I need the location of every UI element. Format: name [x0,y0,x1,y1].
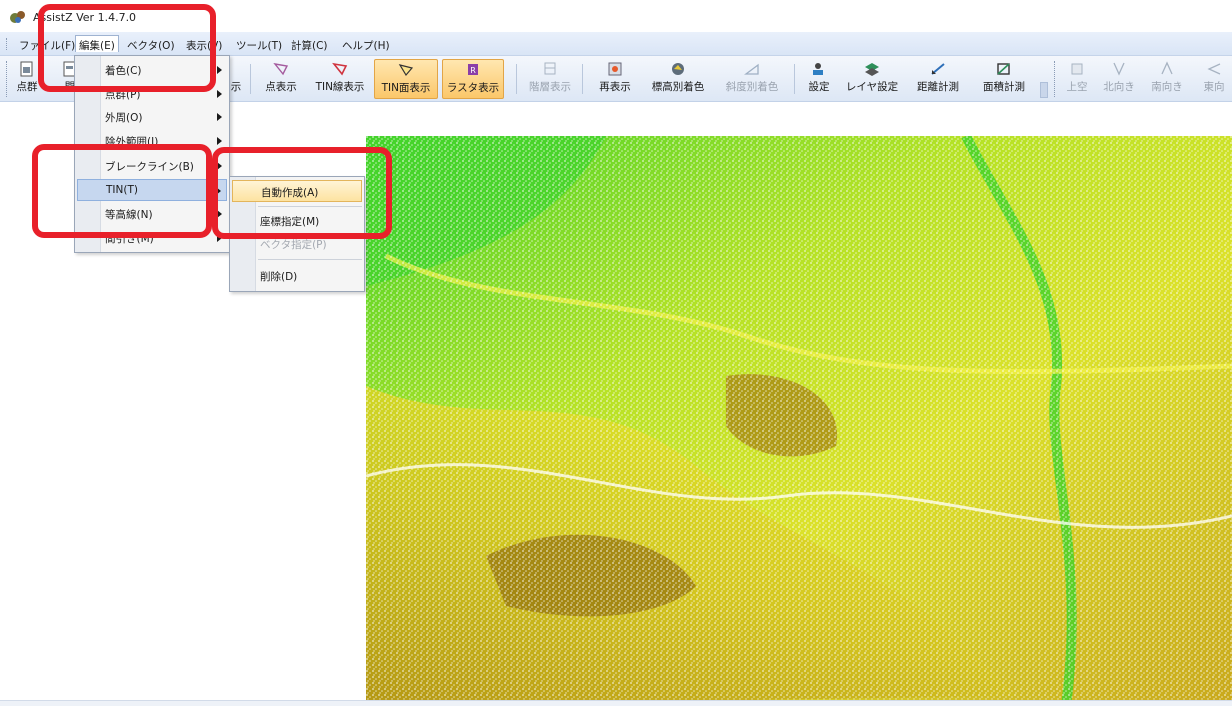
annotation-auto-create-highlight [212,147,392,239]
point-cloud-icon [20,61,33,77]
slope-color-icon [744,63,759,75]
svg-text:R: R [470,66,476,75]
elevation-color-icon [672,63,684,75]
toolbar-distance-button[interactable]: 距離計測 [908,59,968,99]
top-view-icon [1071,63,1083,75]
toolbar-elevation-color-button[interactable]: 標高別着色 [644,59,712,99]
toolbar-point-display-button[interactable]: 点表示 [258,59,304,99]
toolbar-raster-button[interactable]: R ラスタ表示 [442,59,504,99]
tin-delete[interactable]: 削除(D) [232,265,362,287]
layer-settings-icon [865,63,879,76]
tin-face-icon [398,64,414,77]
toolbar-refresh-button[interactable]: 再表示 [592,59,638,99]
toolbar-layer-settings-button[interactable]: レイヤ設定 [842,59,902,99]
menu-calc[interactable]: 計算(C) [288,36,331,53]
area-icon [997,63,1010,75]
tin-line-icon [332,62,348,76]
settings-icon [813,63,823,75]
toolbar-settings-button[interactable]: 設定 [802,59,836,99]
toolbar-grip [6,61,9,97]
toolbar-south-view-button[interactable]: 南向き [1146,59,1188,99]
edit-menu-outline[interactable]: 外周(O) [77,106,227,128]
app-icon [10,11,25,23]
toolbar-top-view-button[interactable]: 上空 [1062,59,1092,99]
status-bar [0,700,1232,706]
point-cloud-view[interactable] [366,136,1232,706]
submenu-arrow-icon [217,137,222,145]
toolbar-layer-display-button[interactable]: 階層表示 [522,59,578,99]
menu-help[interactable]: ヘルプ(H) [339,36,393,53]
menu-tools[interactable]: ツール(T) [233,36,285,53]
distance-icon [931,63,945,75]
menubar-grip [6,38,8,50]
toolbar-tin-line-button[interactable]: TIN線表示 [310,59,370,99]
refresh-icon [608,62,622,76]
north-view-icon [1113,62,1125,76]
east-view-icon [1207,63,1221,75]
submenu-arrow-icon [217,113,222,121]
toolbar-slope-color-button[interactable]: 斜度別着色 [718,59,786,99]
annotation-edit-menu-highlight [38,4,216,92]
toolbar-overflow-button[interactable] [1040,82,1048,98]
toolbar-area-button[interactable]: 面積計測 [974,59,1034,99]
south-view-icon [1161,61,1173,75]
toolbar-tin-face-button[interactable]: TIN面表示 [374,59,438,99]
annotation-tin-item-highlight [32,144,212,238]
submenu-arrow-icon [217,90,222,98]
point-cloud-render [366,136,1232,706]
toolbar-north-view-button[interactable]: 北向き [1098,59,1140,99]
toolbar-east-view-button[interactable]: 東向 [1196,59,1232,99]
raster-icon: R [468,64,478,75]
layer-icon [544,62,556,75]
submenu-arrow-icon [217,66,222,74]
point-display-icon [273,63,289,76]
